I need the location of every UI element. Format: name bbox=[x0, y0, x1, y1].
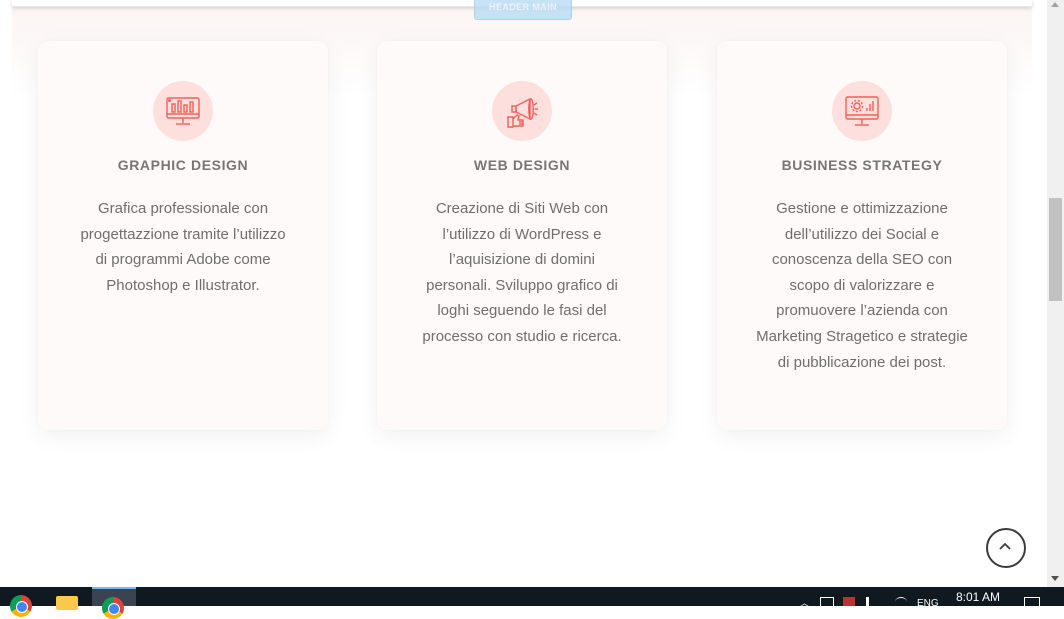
page: HEADER MAIN GRAPHIC DESIGN Grafica profe… bbox=[0, 0, 1047, 587]
volume-icon[interactable] bbox=[866, 597, 881, 606]
taskbar-app-file-explorer[interactable] bbox=[44, 587, 88, 610]
service-card-web-design: WEB DESIGN Creazione di Siti Web con l’u… bbox=[377, 41, 667, 430]
clock[interactable]: 8:01 AM bbox=[956, 590, 1000, 604]
scrollbar-thumb[interactable] bbox=[1049, 198, 1062, 301]
service-description: Grafica professionale con progettazzione… bbox=[80, 200, 286, 294]
antivirus-tray-icon[interactable] bbox=[843, 597, 855, 606]
vertical-scrollbar[interactable] bbox=[1047, 0, 1064, 587]
taskbar: ︿ ENG 8:01 AM bbox=[0, 587, 1064, 619]
service-icon-circle bbox=[153, 81, 213, 141]
taskbar-app-chrome[interactable] bbox=[0, 587, 44, 617]
scroll-down-arrow-icon[interactable] bbox=[1051, 576, 1059, 581]
service-icon-circle bbox=[492, 81, 552, 141]
megaphone-icon bbox=[507, 97, 538, 128]
chevron-up-tray-icon[interactable]: ︿ bbox=[800, 596, 812, 608]
service-card-business-strategy: BUSINESS STRATEGY Gestione e ottimizzazi… bbox=[717, 41, 1007, 430]
chrome-icon bbox=[10, 595, 32, 617]
back-to-top-button[interactable] bbox=[986, 528, 1026, 568]
network-icon[interactable] bbox=[820, 597, 834, 608]
service-description: Gestione e ottimizzazione dell’utilizzo … bbox=[756, 200, 968, 371]
service-description: Creazione di Siti Web con l’utilizzo di … bbox=[422, 200, 622, 345]
service-card-graphic-design: GRAPHIC DESIGN Grafica professionale con… bbox=[38, 41, 328, 430]
file-explorer-icon bbox=[56, 596, 78, 610]
monitor-gear-icon bbox=[845, 96, 879, 126]
chrome-icon bbox=[102, 597, 124, 619]
service-title: BUSINESS STRATEGY bbox=[781, 157, 943, 173]
header-main-tag: HEADER MAIN bbox=[474, 0, 572, 20]
service-title: WEB DESIGN bbox=[473, 157, 571, 173]
taskbar-app-chrome-active[interactable] bbox=[92, 587, 136, 619]
service-icon-circle bbox=[832, 81, 892, 141]
scroll-up-arrow-icon[interactable] bbox=[1051, 2, 1059, 7]
service-title: GRAPHIC DESIGN bbox=[117, 157, 249, 173]
chevron-up-icon bbox=[999, 542, 1011, 550]
monitor-chart-icon bbox=[166, 97, 200, 125]
language-indicator[interactable]: ENG bbox=[917, 598, 939, 609]
